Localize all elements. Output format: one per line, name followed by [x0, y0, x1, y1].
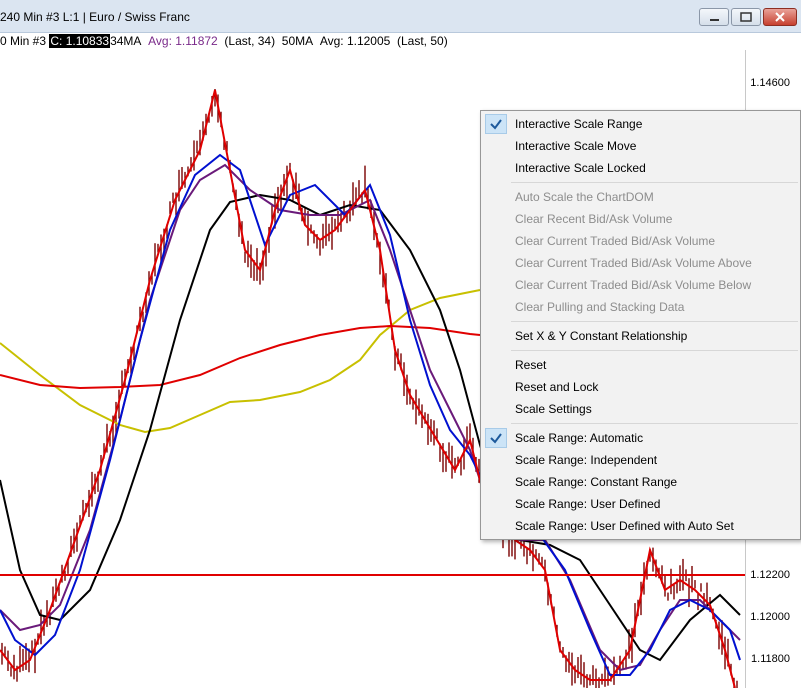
menu-item-clear-pulling-stacking: Clear Pulling and Stacking Data	[481, 296, 800, 318]
menu-item-scale-settings[interactable]: Scale Settings	[481, 398, 800, 420]
maximize-button[interactable]	[731, 8, 761, 26]
title-bar[interactable]: 240 Min #3 L:1 | Euro / Swiss Franc	[0, 0, 801, 33]
menu-item-scale-range-automatic[interactable]: Scale Range: Automatic	[481, 427, 800, 449]
price-label-horizontal-line: 1.12200	[750, 569, 790, 581]
minimize-button[interactable]	[699, 8, 729, 26]
study-info-line: 0 Min #3 C: 1.1083334MA Avg: 1.11872 (La…	[0, 32, 770, 50]
menu-item-label: Clear Current Traded Bid/Ask Volume Abov…	[515, 256, 752, 270]
menu-separator	[511, 423, 798, 424]
ma50-last: (Last, 50)	[397, 34, 448, 48]
close-value-badge: C: 1.10833	[49, 34, 111, 48]
ma50-avg: Avg: 1.12005	[319, 34, 391, 48]
menu-item-reset[interactable]: Reset	[481, 354, 800, 376]
menu-item-interactive-scale-move[interactable]: Interactive Scale Move	[481, 135, 800, 157]
menu-item-scale-range-independent[interactable]: Scale Range: Independent	[481, 449, 800, 471]
checkmark-icon	[485, 114, 507, 134]
menu-item-label: Clear Current Traded Bid/Ask Volume	[515, 234, 716, 248]
menu-item-label: Scale Range: Automatic	[515, 431, 644, 445]
menu-item-label: Scale Range: Independent	[515, 453, 658, 467]
ma34-label: 34MA	[110, 34, 142, 48]
menu-item-label: Clear Current Traded Bid/Ask Volume Belo…	[515, 278, 752, 292]
menu-item-interactive-scale-range[interactable]: Interactive Scale Range	[481, 113, 800, 135]
menu-item-label: Reset	[515, 358, 547, 372]
minimize-icon	[710, 19, 719, 21]
menu-item-label: Reset and Lock	[515, 380, 599, 394]
scale-context-menu: Interactive Scale Range Interactive Scal…	[480, 110, 801, 540]
price-label: 1.12000	[750, 611, 790, 623]
ma50-label: 50MA	[281, 34, 314, 48]
menu-item-label: Clear Recent Bid/Ask Volume	[515, 212, 673, 226]
price-label: 1.11800	[751, 653, 790, 665]
menu-item-scale-range-user-defined[interactable]: Scale Range: User Defined	[481, 493, 800, 515]
menu-separator	[511, 350, 798, 351]
study-prefix: 0 Min #3	[0, 34, 50, 48]
menu-item-clear-current-traded-volume-above: Clear Current Traded Bid/Ask Volume Abov…	[481, 252, 800, 274]
menu-item-set-xy-constant[interactable]: Set X & Y Constant Relationship	[481, 325, 800, 347]
ma34-avg: Avg: 1.11872	[148, 34, 218, 48]
menu-item-label: Clear Pulling and Stacking Data	[515, 300, 685, 314]
menu-item-clear-current-traded-volume-below: Clear Current Traded Bid/Ask Volume Belo…	[481, 274, 800, 296]
window-title: 240 Min #3 L:1 | Euro / Swiss Franc	[0, 10, 190, 24]
menu-item-scale-range-user-defined-auto[interactable]: Scale Range: User Defined with Auto Set	[481, 515, 800, 537]
ma-red-long-line	[0, 324, 481, 390]
menu-item-label: Scale Settings	[515, 402, 592, 416]
menu-separator	[511, 321, 798, 322]
maximize-icon	[740, 12, 752, 22]
menu-separator	[511, 182, 798, 183]
menu-item-label: Interactive Scale Move	[515, 139, 637, 153]
menu-item-label: Interactive Scale Locked	[515, 161, 646, 175]
menu-item-label: Scale Range: User Defined	[515, 497, 661, 511]
ma34-last: (Last, 34)	[224, 34, 276, 48]
menu-item-label: Scale Range: User Defined with Auto Set	[515, 519, 734, 533]
menu-item-label: Scale Range: Constant Range	[515, 475, 678, 489]
menu-item-clear-current-traded-volume: Clear Current Traded Bid/Ask Volume	[481, 230, 800, 252]
menu-item-label: Interactive Scale Range	[515, 117, 643, 131]
menu-item-reset-and-lock[interactable]: Reset and Lock	[481, 376, 800, 398]
window-controls	[699, 8, 797, 26]
menu-item-clear-recent-volume: Clear Recent Bid/Ask Volume	[481, 208, 800, 230]
menu-item-interactive-scale-locked[interactable]: Interactive Scale Locked	[481, 157, 800, 179]
menu-item-label: Set X & Y Constant Relationship	[515, 329, 688, 343]
close-button[interactable]	[763, 8, 797, 26]
menu-item-auto-scale-chartdom: Auto Scale the ChartDOM	[481, 186, 800, 208]
close-icon	[775, 12, 785, 22]
checkmark-icon	[485, 428, 507, 448]
menu-item-scale-range-constant[interactable]: Scale Range: Constant Range	[481, 471, 800, 493]
menu-item-label: Auto Scale the ChartDOM	[515, 190, 654, 204]
price-label: 1.14600	[750, 77, 790, 89]
